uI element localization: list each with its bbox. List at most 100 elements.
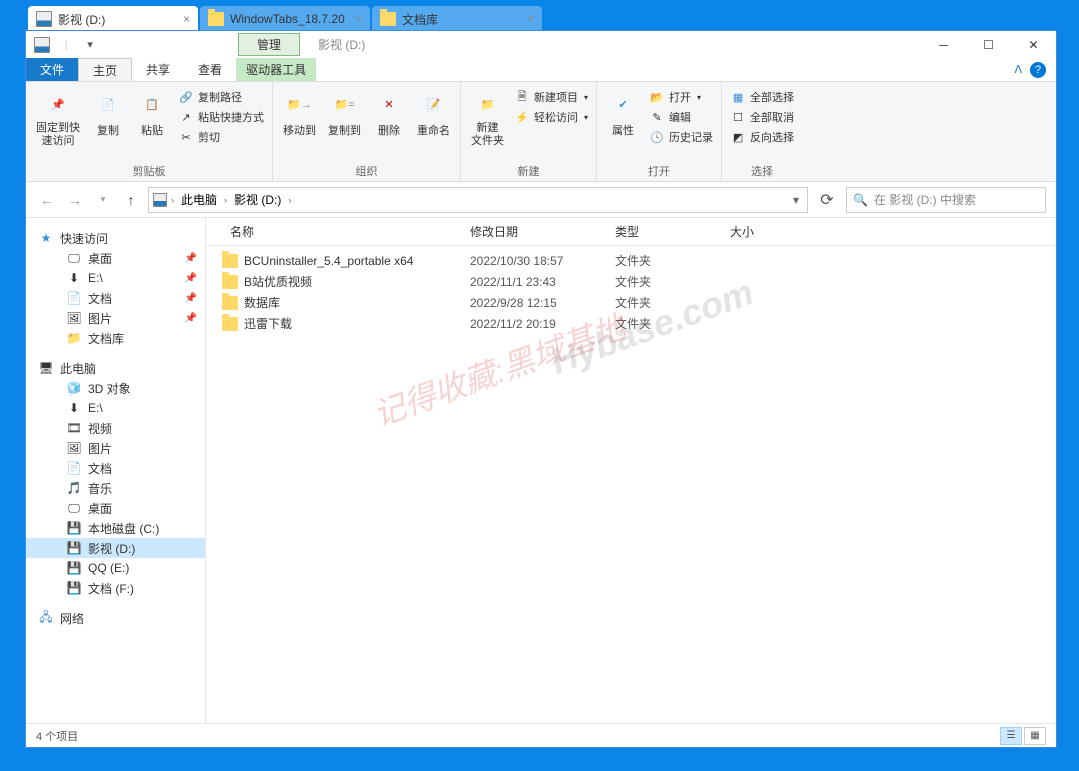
address-bar[interactable]: › 此电脑 › 影视 (D:) › ▾ — [148, 187, 808, 213]
tab-drive-tools[interactable]: 驱动器工具 — [236, 58, 316, 81]
file-date: 2022/9/28 12:15 — [462, 296, 607, 310]
status-item-count: 4 个项目 — [36, 728, 78, 744]
window-title: 影视 (D:) — [318, 36, 365, 53]
path-icon: 🔗 — [178, 89, 194, 105]
up-button[interactable]: ↑ — [120, 189, 142, 211]
minimize-button[interactable]: ─ — [921, 31, 966, 58]
help-icon[interactable]: ? — [1030, 62, 1046, 78]
new-folder-button[interactable]: 📁新建 文件夹 — [467, 86, 508, 150]
easy-access-button[interactable]: ⚡轻松访问▾ — [512, 108, 590, 126]
sidebar-this-pc[interactable]: 🖥 此电脑 — [26, 358, 205, 378]
window-tab-label: 影视 (D:) — [58, 11, 105, 28]
back-button[interactable]: ← — [36, 189, 58, 211]
management-tab[interactable]: 管理 — [238, 33, 300, 56]
edit-button[interactable]: ✎编辑 — [647, 108, 715, 126]
sidebar-quick-access[interactable]: ★ 快速访问 — [26, 228, 205, 248]
file-row[interactable]: 迅雷下载2022/11/2 20:19文件夹 — [206, 313, 1056, 334]
copy-button[interactable]: 📄 复制 — [88, 86, 128, 140]
close-icon[interactable]: × — [355, 12, 362, 26]
file-row[interactable]: B站优质视频2022/11/1 23:43文件夹 — [206, 271, 1056, 292]
file-list[interactable]: 记得收藏:黑域基地 Hybase.com BCUninstaller_5.4_p… — [206, 246, 1056, 723]
select-all-button[interactable]: ▦全部选择 — [728, 88, 796, 106]
paste-button[interactable]: 📋 粘贴 — [132, 86, 172, 140]
breadcrumb-current[interactable]: 影视 (D:) — [231, 191, 284, 208]
rename-button[interactable]: 📝重命名 — [413, 86, 454, 140]
tab-share[interactable]: 共享 — [132, 58, 184, 81]
qat-dropdown-icon[interactable]: ▾ — [82, 37, 98, 53]
copy-to-button[interactable]: 📁=复制到 — [324, 86, 365, 140]
view-icons-button[interactable]: ▦ — [1024, 727, 1046, 745]
file-name: B站优质视频 — [244, 273, 312, 290]
breadcrumb-this-pc[interactable]: 此电脑 — [178, 191, 220, 208]
content-pane: 名称 修改日期 类型 大小 记得收藏:黑域基地 Hybase.com BCUni… — [206, 218, 1056, 723]
forward-button[interactable]: → — [64, 189, 86, 211]
sidebar-item[interactable]: 📁文档库 — [26, 328, 205, 348]
cut-button[interactable]: ✂剪切 — [176, 128, 266, 146]
sidebar-item[interactable]: 🖼图片📌 — [26, 308, 205, 328]
history-button[interactable]: 🕓历史记录 — [647, 128, 715, 146]
search-input[interactable]: 🔍 在 影视 (D:) 中搜索 — [846, 187, 1046, 213]
sidebar-item[interactable]: 💾本地磁盘 (C:) — [26, 518, 205, 538]
column-header-name[interactable]: 名称 — [222, 223, 462, 240]
sidebar-item[interactable]: 🎵音乐 — [26, 478, 205, 498]
invert-selection-button[interactable]: ◩反向选择 — [728, 128, 796, 146]
select-none-button[interactable]: ☐全部取消 — [728, 108, 796, 126]
file-name: 数据库 — [244, 294, 280, 311]
sidebar-item[interactable]: 💾文档 (F:) — [26, 578, 205, 598]
pin-quick-access-button[interactable]: 📌 固定到快 速访问 — [32, 86, 84, 150]
sidebar-item[interactable]: 💾QQ (E:) — [26, 558, 205, 578]
recent-dropdown-icon[interactable]: ▾ — [92, 189, 114, 211]
sidebar-network[interactable]: 🖧 网络 — [26, 608, 205, 628]
pic-icon: 🖼 — [66, 440, 82, 456]
sidebar-item[interactable]: 💾影视 (D:) — [26, 538, 205, 558]
star-icon: ★ — [38, 230, 54, 246]
navbar: ← → ▾ ↑ › 此电脑 › 影视 (D:) › ▾ ⟳ 🔍 在 影视 (D:… — [26, 182, 1056, 218]
tab-view[interactable]: 查看 — [184, 58, 236, 81]
sidebar-item-label: 文档 (F:) — [88, 580, 134, 597]
sidebar-item-label: 视频 — [88, 420, 112, 437]
new-item-icon: 🗎 — [514, 89, 530, 105]
open-button[interactable]: 📂打开▾ — [647, 88, 715, 106]
collapse-ribbon-icon[interactable]: ᐱ — [1014, 63, 1022, 76]
column-header-type[interactable]: 类型 — [607, 223, 722, 240]
move-to-button[interactable]: 📁→移动到 — [279, 86, 320, 140]
address-dropdown-icon[interactable]: ▾ — [793, 193, 799, 207]
sidebar-item[interactable]: ⬇E:\📌 — [26, 268, 205, 288]
copy-path-button[interactable]: 🔗复制路径 — [176, 88, 266, 106]
tab-file[interactable]: 文件 — [26, 58, 78, 81]
file-row[interactable]: BCUninstaller_5.4_portable x642022/10/30… — [206, 250, 1056, 271]
edit-icon: ✎ — [649, 109, 665, 125]
folder-icon — [222, 317, 238, 331]
file-row[interactable]: 数据库2022/9/28 12:15文件夹 — [206, 292, 1056, 313]
chevron-right-icon[interactable]: › — [171, 195, 174, 205]
column-header-size[interactable]: 大小 — [722, 223, 802, 240]
sidebar-item[interactable]: ⬇E:\ — [26, 398, 205, 418]
sidebar-item[interactable]: 🖵桌面📌 — [26, 248, 205, 268]
view-details-button[interactable]: ☰ — [1000, 727, 1022, 745]
sidebar-item[interactable]: 🖼图片 — [26, 438, 205, 458]
close-button[interactable]: ✕ — [1011, 31, 1056, 58]
properties-button[interactable]: ✔属性 — [603, 86, 643, 140]
delete-button[interactable]: ✕删除 — [369, 86, 409, 140]
window-tab-2[interactable]: 文档库 × — [372, 6, 542, 32]
close-icon[interactable]: × — [183, 12, 190, 26]
sidebar-item[interactable]: 🧊3D 对象 — [26, 378, 205, 398]
new-item-button[interactable]: 🗎新建项目▾ — [512, 88, 590, 106]
window-tab-0[interactable]: 影视 (D:) × — [28, 6, 198, 32]
refresh-button[interactable]: ⟳ — [814, 187, 840, 213]
paste-shortcut-button[interactable]: ↗粘贴快捷方式 — [176, 108, 266, 126]
sidebar-item[interactable]: 🖵桌面 — [26, 498, 205, 518]
sidebar-item[interactable]: 📄文档 — [26, 458, 205, 478]
sidebar-item[interactable]: 📄文档📌 — [26, 288, 205, 308]
chevron-right-icon[interactable]: › — [288, 195, 291, 205]
sidebar-item[interactable]: 🎞视频 — [26, 418, 205, 438]
scissors-icon: ✂ — [178, 129, 194, 145]
window-tab-1[interactable]: WindowTabs_18.7.20 × — [200, 6, 370, 32]
maximize-button[interactable]: ☐ — [966, 31, 1011, 58]
tab-home[interactable]: 主页 — [78, 58, 132, 81]
copy-icon: 📄 — [92, 88, 124, 120]
search-placeholder: 在 影视 (D:) 中搜索 — [874, 191, 976, 208]
close-icon[interactable]: × — [527, 12, 534, 26]
column-header-date[interactable]: 修改日期 — [462, 223, 607, 240]
chevron-right-icon[interactable]: › — [224, 195, 227, 205]
